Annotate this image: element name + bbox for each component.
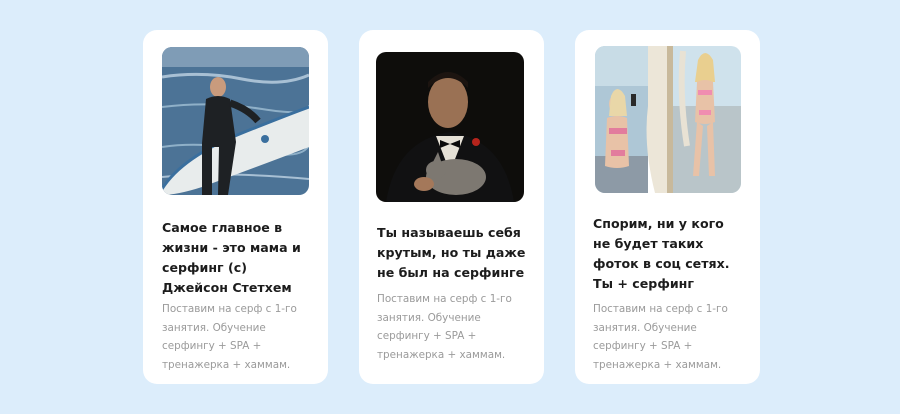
card-title: Самое главное в жизни - это мама и серфи… [162,220,301,295]
card-description: Поставим на серф с 1-го занятия. Обучени… [377,293,512,361]
card-description: Поставим на серф с 1-го занятия. Обучени… [593,303,728,371]
bikini-selfie-photo [595,46,741,193]
card-description: Поставим на серф с 1-го занятия. Обучени… [162,303,297,371]
ad-card[interactable]: Самое главное в жизни - это мама и серфи… [143,30,328,384]
card-title: Ты называешь себя крутым, но ты даже не … [377,225,526,280]
ad-card[interactable]: Ты называешь себя крутым, но ты даже не … [359,30,544,384]
ad-card[interactable]: Спорим, ни у кого не будет таких фоток в… [575,30,760,384]
card-title: Спорим, ни у кого не будет таких фоток в… [593,216,730,291]
godfather-photo [376,52,524,202]
surfer-photo [162,47,309,195]
